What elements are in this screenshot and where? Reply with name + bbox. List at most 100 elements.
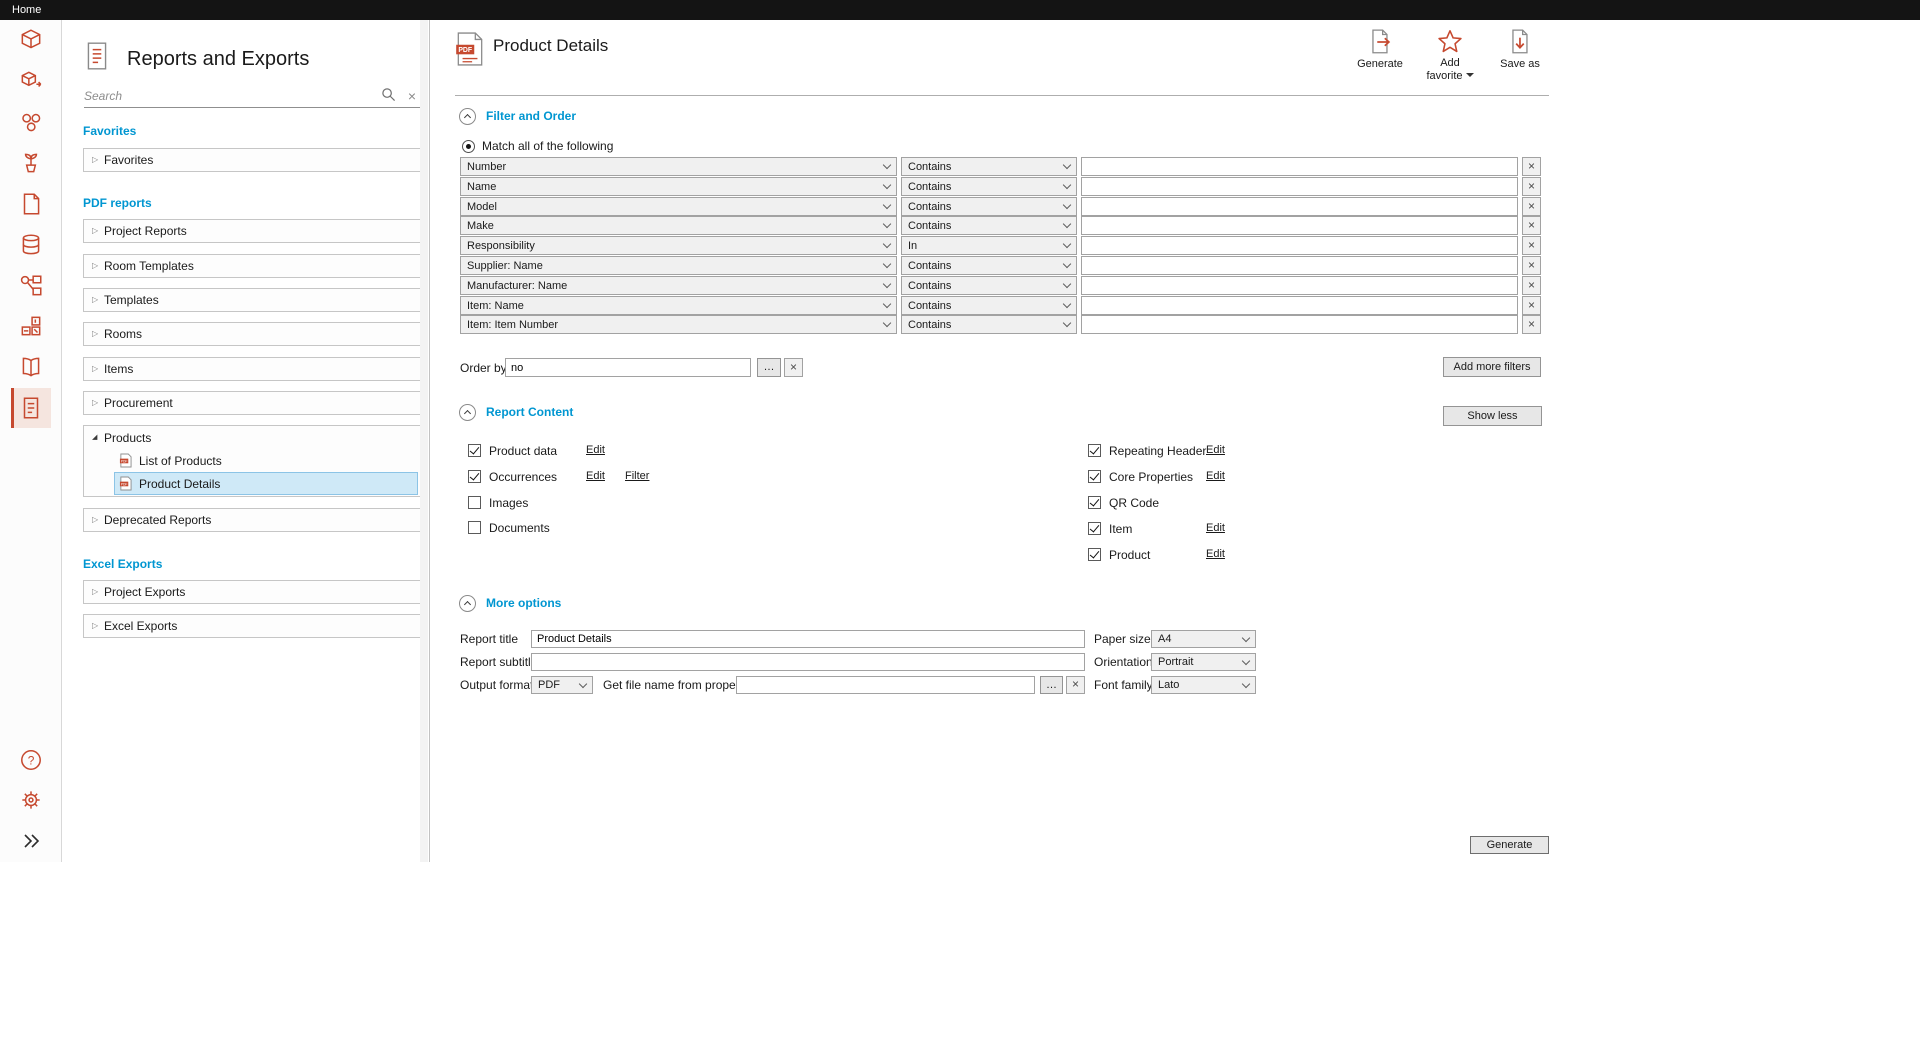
show-less-button[interactable]: Show less	[1443, 406, 1542, 426]
report-subtitle-input[interactable]	[531, 653, 1085, 671]
settings-icon[interactable]	[11, 780, 51, 820]
generate-button[interactable]: Generate	[1470, 836, 1549, 854]
filter-operator-select[interactable]: Contains	[901, 256, 1077, 275]
remove-filter-button[interactable]: ×	[1522, 177, 1541, 196]
filter-value-input[interactable]	[1081, 216, 1518, 235]
filter-operator-select[interactable]: Contains	[901, 315, 1077, 334]
filter-field-select[interactable]: Name	[460, 177, 897, 196]
order-by-browse-button[interactable]: …	[757, 358, 781, 377]
reports-icon[interactable]	[11, 388, 51, 428]
filter-value-input[interactable]	[1081, 296, 1518, 315]
file-name-clear-button[interactable]: ×	[1066, 676, 1085, 694]
collapse-section-button[interactable]	[459, 404, 476, 421]
add-favorite-action[interactable]: Add favorite	[1423, 28, 1477, 83]
filter-field-select[interactable]: Make	[460, 216, 897, 235]
search-input[interactable]	[84, 89, 381, 103]
filter-operator-select[interactable]: Contains	[901, 296, 1077, 315]
sidebar-item-room-templates[interactable]: Room Templates	[83, 254, 421, 278]
remove-filter-button[interactable]: ×	[1522, 315, 1541, 334]
sidebar-item-project-exports[interactable]: Project Exports	[83, 580, 421, 604]
box-arrow-icon[interactable]	[11, 61, 51, 101]
sidebar-item-rooms[interactable]: Rooms	[83, 322, 421, 346]
filter-field-select[interactable]: Item: Name	[460, 296, 897, 315]
product-checkbox[interactable]	[1088, 548, 1101, 561]
order-by-input[interactable]	[505, 358, 751, 377]
filter-operator-select[interactable]: Contains	[901, 157, 1077, 176]
paper-size-select[interactable]: A4	[1151, 630, 1256, 648]
repeating-header-checkbox[interactable]	[1088, 444, 1101, 457]
edit-link[interactable]: Edit	[1206, 444, 1225, 456]
sidebar-item-deprecated-reports[interactable]: Deprecated Reports	[83, 508, 421, 532]
sidebar-item-list-of-products[interactable]: PDF List of Products	[114, 449, 418, 472]
report-title-input[interactable]	[531, 630, 1085, 648]
sidebar-item-items[interactable]: Items	[83, 357, 421, 381]
remove-filter-button[interactable]: ×	[1522, 276, 1541, 295]
filter-operator-select[interactable]: Contains	[901, 177, 1077, 196]
filter-field-select[interactable]: Model	[460, 197, 897, 216]
images-checkbox[interactable]	[468, 496, 481, 509]
edit-link[interactable]: Edit	[1206, 470, 1225, 482]
qr-code-checkbox[interactable]	[1088, 496, 1101, 509]
help-icon[interactable]: ?	[11, 740, 51, 780]
edit-link[interactable]: Edit	[586, 444, 605, 456]
filter-link[interactable]: Filter	[625, 470, 649, 482]
vertical-scrollbar[interactable]	[420, 20, 428, 862]
filter-value-input[interactable]	[1081, 177, 1518, 196]
collapse-section-button[interactable]	[459, 595, 476, 612]
match-all-radio[interactable]	[462, 140, 475, 153]
generate-action[interactable]: Generate	[1353, 28, 1407, 83]
filter-operator-select[interactable]: Contains	[901, 276, 1077, 295]
order-by-clear-button[interactable]: ×	[784, 358, 803, 377]
sidebar-item-project-reports[interactable]: Project Reports	[83, 219, 421, 243]
documents-checkbox[interactable]	[468, 521, 481, 534]
remove-filter-button[interactable]: ×	[1522, 256, 1541, 275]
collapse-section-button[interactable]	[459, 108, 476, 125]
occurrences-checkbox[interactable]	[468, 470, 481, 483]
edit-link[interactable]: Edit	[1206, 548, 1225, 560]
spheres-icon[interactable]	[11, 102, 51, 142]
filter-value-input[interactable]	[1081, 236, 1518, 255]
filter-value-input[interactable]	[1081, 256, 1518, 275]
search-clear-icon[interactable]: ×	[408, 89, 416, 103]
search-icon[interactable]	[381, 87, 396, 105]
expand-icon[interactable]	[11, 821, 51, 861]
filter-value-input[interactable]	[1081, 315, 1518, 334]
item-checkbox[interactable]	[1088, 522, 1101, 535]
book-icon[interactable]	[11, 347, 51, 387]
sidebar-item-products[interactable]: Products	[84, 426, 420, 449]
filter-field-select[interactable]: Manufacturer: Name	[460, 276, 897, 295]
product-data-checkbox[interactable]	[468, 444, 481, 457]
remove-filter-button[interactable]: ×	[1522, 236, 1541, 255]
save-as-action[interactable]: Save as	[1493, 28, 1547, 83]
filter-value-input[interactable]	[1081, 276, 1518, 295]
file-name-property-input[interactable]	[736, 676, 1035, 694]
core-properties-checkbox[interactable]	[1088, 470, 1101, 483]
remove-filter-button[interactable]: ×	[1522, 296, 1541, 315]
flowchart-icon[interactable]	[11, 266, 51, 306]
remove-filter-button[interactable]: ×	[1522, 216, 1541, 235]
filter-field-select[interactable]: Responsibility	[460, 236, 897, 255]
edit-link[interactable]: Edit	[586, 470, 605, 482]
filter-operator-select[interactable]: Contains	[901, 197, 1077, 216]
sidebar-item-excel-exports[interactable]: Excel Exports	[83, 614, 421, 638]
filter-field-select[interactable]: Supplier: Name	[460, 256, 897, 275]
sidebar-item-favorites[interactable]: Favorites	[83, 148, 421, 172]
filter-operator-select[interactable]: In	[901, 236, 1077, 255]
edit-link[interactable]: Edit	[1206, 522, 1225, 534]
add-more-filters-button[interactable]: Add more filters	[1443, 357, 1541, 377]
document-icon[interactable]	[11, 184, 51, 224]
database-icon[interactable]	[11, 225, 51, 265]
remove-filter-button[interactable]: ×	[1522, 157, 1541, 176]
blocks-icon[interactable]	[11, 306, 51, 346]
font-family-select[interactable]: Lato	[1151, 676, 1256, 694]
filter-value-input[interactable]	[1081, 197, 1518, 216]
file-name-browse-button[interactable]: …	[1040, 676, 1063, 694]
output-format-select[interactable]: PDF	[531, 676, 593, 694]
box-icon[interactable]	[11, 20, 51, 60]
filter-value-input[interactable]	[1081, 157, 1518, 176]
orientation-select[interactable]: Portrait	[1151, 653, 1256, 671]
plant-icon[interactable]	[11, 143, 51, 183]
sidebar-item-templates[interactable]: Templates	[83, 288, 421, 312]
filter-field-select[interactable]: Item: Item Number	[460, 315, 897, 334]
sidebar-item-product-details[interactable]: PDF Product Details	[114, 472, 418, 495]
